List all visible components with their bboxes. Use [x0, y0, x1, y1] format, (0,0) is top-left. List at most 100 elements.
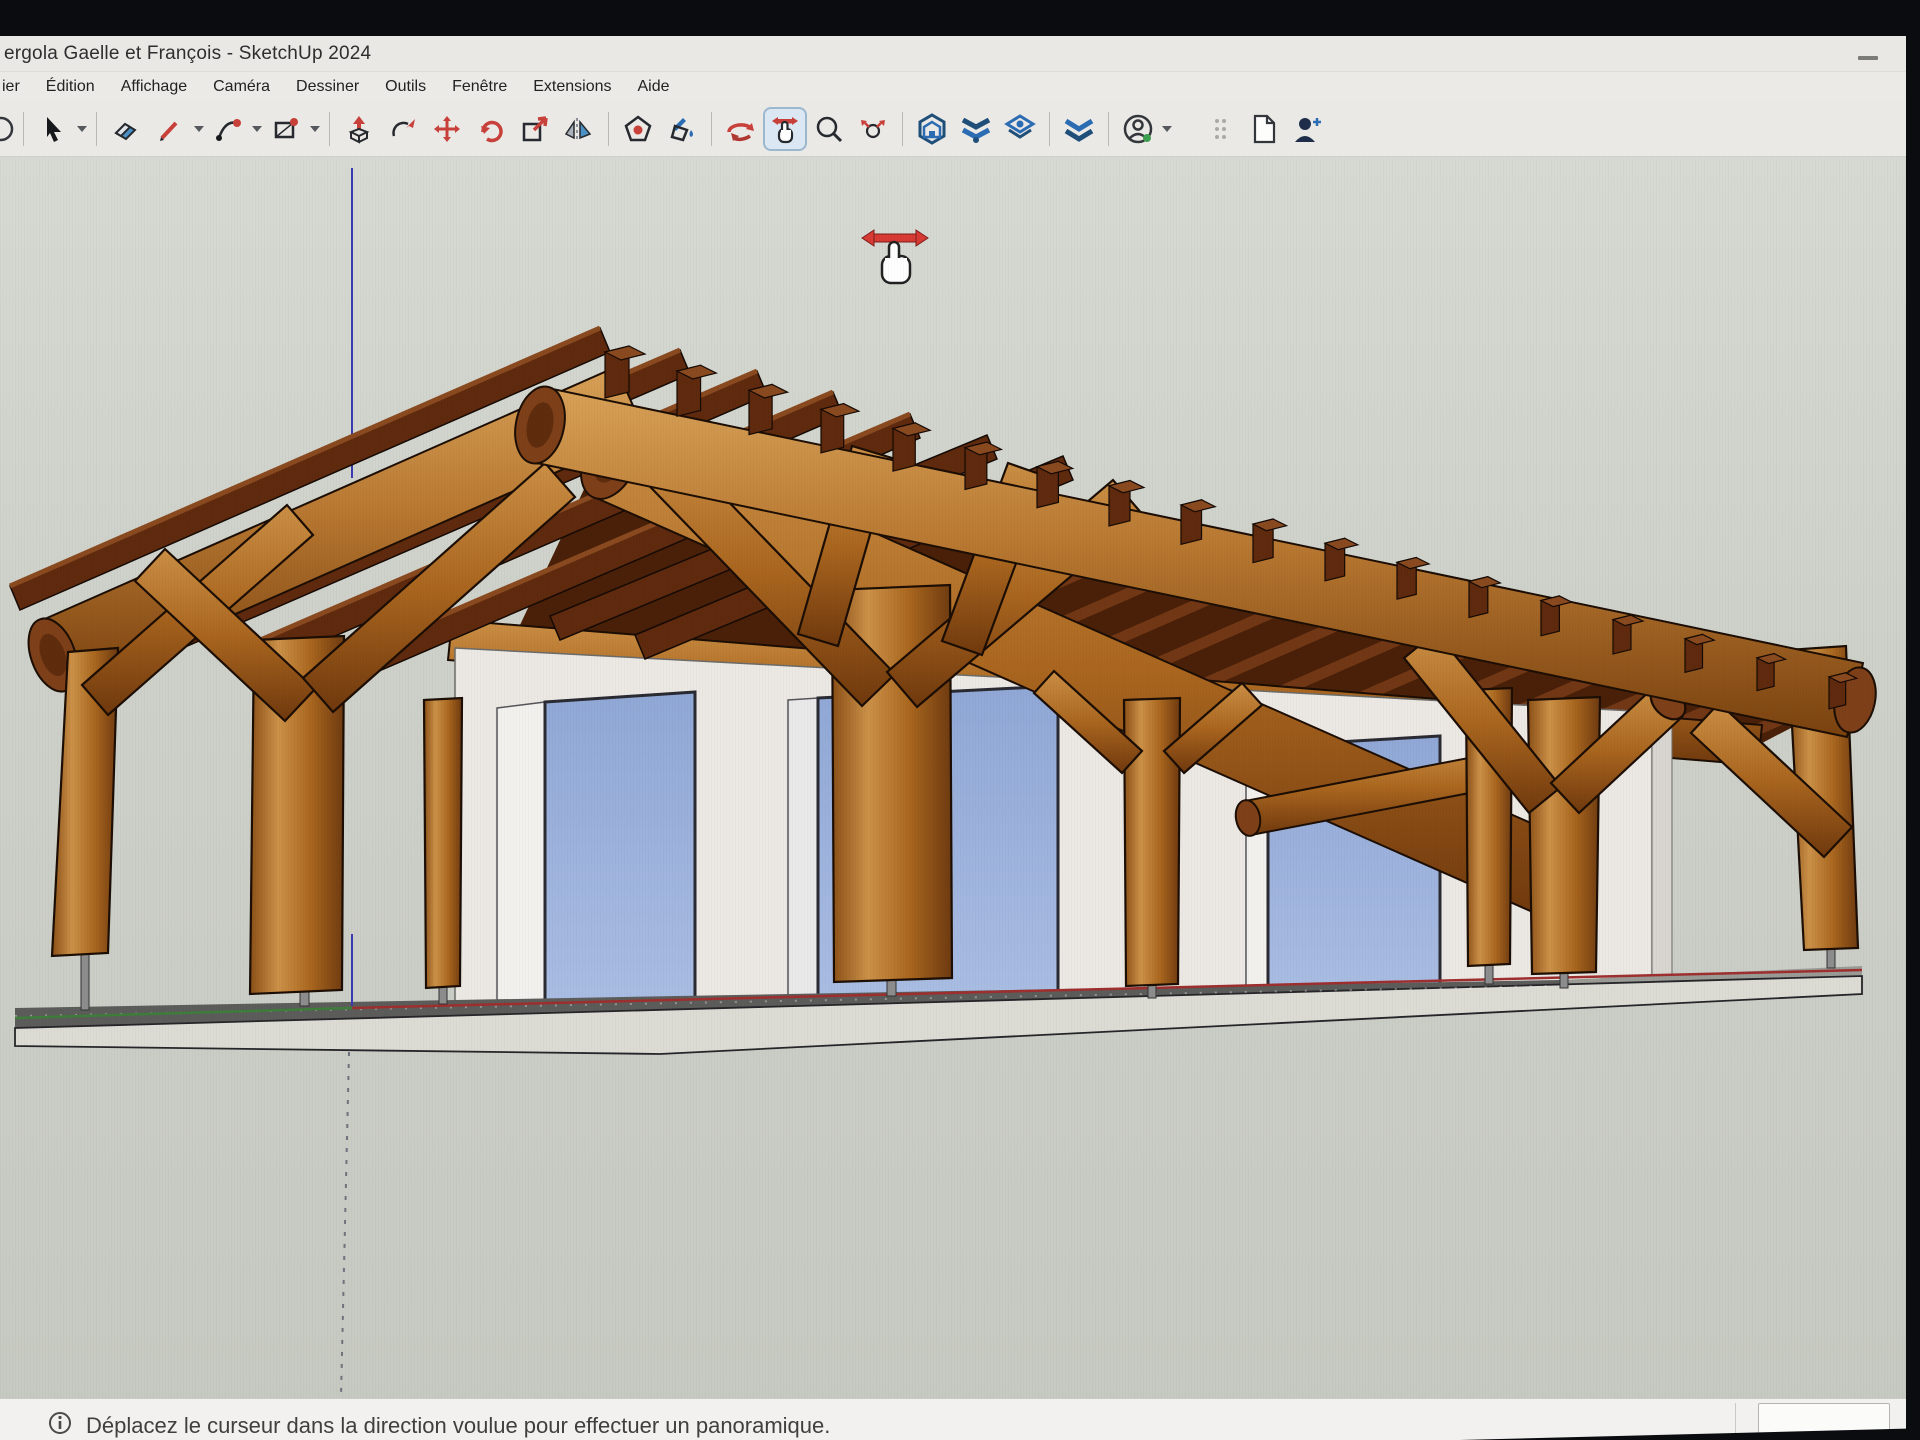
chevron-down-icon — [252, 125, 262, 133]
scale-tool-button[interactable] — [513, 107, 557, 151]
eraser-icon — [111, 114, 141, 144]
toolbar-divider — [608, 112, 609, 146]
monitor-bezel-right — [1906, 0, 1920, 1440]
chevron-down-icon — [310, 125, 320, 133]
double-chevron-icon — [1062, 114, 1096, 144]
post-pin — [1827, 948, 1835, 968]
move-icon — [432, 114, 462, 144]
rotate-icon — [476, 114, 506, 144]
scale-icon — [520, 114, 550, 144]
rectangle-tool-button[interactable] — [264, 107, 308, 151]
flip-icon — [564, 114, 594, 144]
door-bay-1 — [497, 692, 695, 1010]
warehouse-tool-button[interactable] — [910, 107, 954, 151]
follow-me-icon — [388, 114, 418, 144]
toolbar-divider — [902, 112, 903, 146]
toolbar-divider — [96, 112, 97, 146]
toolbar-divider — [1108, 112, 1109, 146]
line-tool-dropdown[interactable] — [192, 107, 206, 151]
status-message: Déplacez le curseur dans la direction vo… — [86, 1413, 830, 1439]
door-panel-edge — [788, 698, 818, 1005]
add-person-button[interactable] — [1286, 107, 1330, 151]
door-jamb — [497, 702, 545, 1010]
menu-bar: ier Édition Affichage Caméra Dessiner Ou… — [0, 72, 1906, 102]
line-tool-button[interactable] — [148, 107, 192, 151]
menu-edition[interactable]: Édition — [33, 75, 108, 99]
toolbar-divider — [711, 112, 712, 146]
post-pin — [81, 950, 89, 1010]
double-chevron-icon — [959, 114, 993, 144]
layered-diamond-icon — [1004, 113, 1036, 145]
push-pull-tool-button[interactable] — [337, 107, 381, 151]
select-tool-dropdown[interactable] — [75, 107, 89, 151]
post — [1528, 697, 1600, 974]
arc-tool-button[interactable] — [206, 107, 250, 151]
menu-fenetre[interactable]: Fenêtre — [439, 75, 520, 99]
add-person-icon — [1292, 114, 1324, 144]
magnifier-icon — [814, 114, 844, 144]
new-document-icon — [1251, 114, 1277, 144]
info-icon — [48, 1411, 72, 1435]
menu-extensions[interactable]: Extensions — [520, 75, 624, 99]
orbit-icon — [725, 114, 757, 144]
paint-bucket-tool-button[interactable] — [660, 107, 704, 151]
menu-fichier[interactable]: ier — [0, 75, 33, 99]
pergola-scene — [0, 157, 1906, 1398]
account-button[interactable] — [1116, 107, 1160, 151]
toolbar-divider — [1049, 112, 1050, 146]
follow-me-tool-button[interactable] — [381, 107, 425, 151]
rectangle-tool-dropdown[interactable] — [308, 107, 322, 151]
chevron-down-icon — [1162, 125, 1172, 133]
pan-cursor — [862, 230, 928, 283]
chevron-down-icon — [194, 125, 204, 133]
chevron-down-icon — [77, 125, 87, 133]
flip-tool-button[interactable] — [557, 107, 601, 151]
select-arrow-icon — [38, 114, 68, 144]
menu-camera[interactable]: Caméra — [200, 75, 283, 99]
guide-dashed — [341, 1052, 349, 1396]
toolbar — [0, 102, 1906, 157]
eraser-tool-button[interactable] — [104, 107, 148, 151]
layers-extension-button[interactable] — [998, 107, 1042, 151]
drag-dots-icon — [1213, 118, 1227, 140]
minimize-button[interactable] — [1858, 56, 1878, 60]
new-document-button[interactable] — [1242, 107, 1286, 151]
toolbar-divider — [329, 112, 330, 146]
push-pull-icon — [344, 114, 374, 144]
chevron-extension-button-2[interactable] — [1057, 107, 1101, 151]
zoom-partial-icon[interactable] — [0, 107, 16, 151]
offset-tool-button[interactable] — [616, 107, 660, 151]
pan-tool-button[interactable] — [763, 107, 807, 151]
window-title: ergola Gaelle et François - SketchUp 202… — [4, 43, 371, 65]
menu-outils[interactable]: Outils — [372, 75, 439, 99]
title-bar: ergola Gaelle et François - SketchUp 202… — [0, 36, 1906, 72]
menu-aide[interactable]: Aide — [624, 75, 682, 99]
toolbar-drag-handle[interactable] — [1208, 107, 1232, 151]
warehouse-hexagon-icon — [916, 113, 948, 145]
menu-dessiner[interactable]: Dessiner — [283, 75, 372, 99]
arc-icon — [213, 114, 243, 144]
pencil-icon — [155, 114, 185, 144]
monitor-bezel-top — [0, 0, 1920, 36]
orbit-tool-button[interactable] — [719, 107, 763, 151]
sketchup-window: ergola Gaelle et François - SketchUp 202… — [0, 0, 1920, 1440]
door-glass-1 — [545, 692, 695, 1005]
zoom-tool-button[interactable] — [807, 107, 851, 151]
select-tool-button[interactable] — [31, 107, 75, 151]
rectangle-icon — [271, 114, 301, 144]
account-dropdown[interactable] — [1160, 107, 1174, 151]
chevron-extension-button[interactable] — [954, 107, 998, 151]
zoom-extents-tool-button[interactable] — [851, 107, 895, 151]
toolbar-divider — [23, 112, 24, 146]
move-tool-button[interactable] — [425, 107, 469, 151]
offset-icon — [623, 114, 653, 144]
arc-tool-dropdown[interactable] — [250, 107, 264, 151]
statusbar-divider — [1735, 1403, 1736, 1437]
account-icon — [1122, 113, 1154, 145]
menu-affichage[interactable]: Affichage — [108, 75, 200, 99]
rotate-tool-button[interactable] — [469, 107, 513, 151]
model-viewport[interactable] — [0, 157, 1906, 1398]
post — [424, 698, 462, 988]
paint-bucket-icon — [667, 114, 697, 144]
pan-hand-icon — [769, 113, 801, 145]
